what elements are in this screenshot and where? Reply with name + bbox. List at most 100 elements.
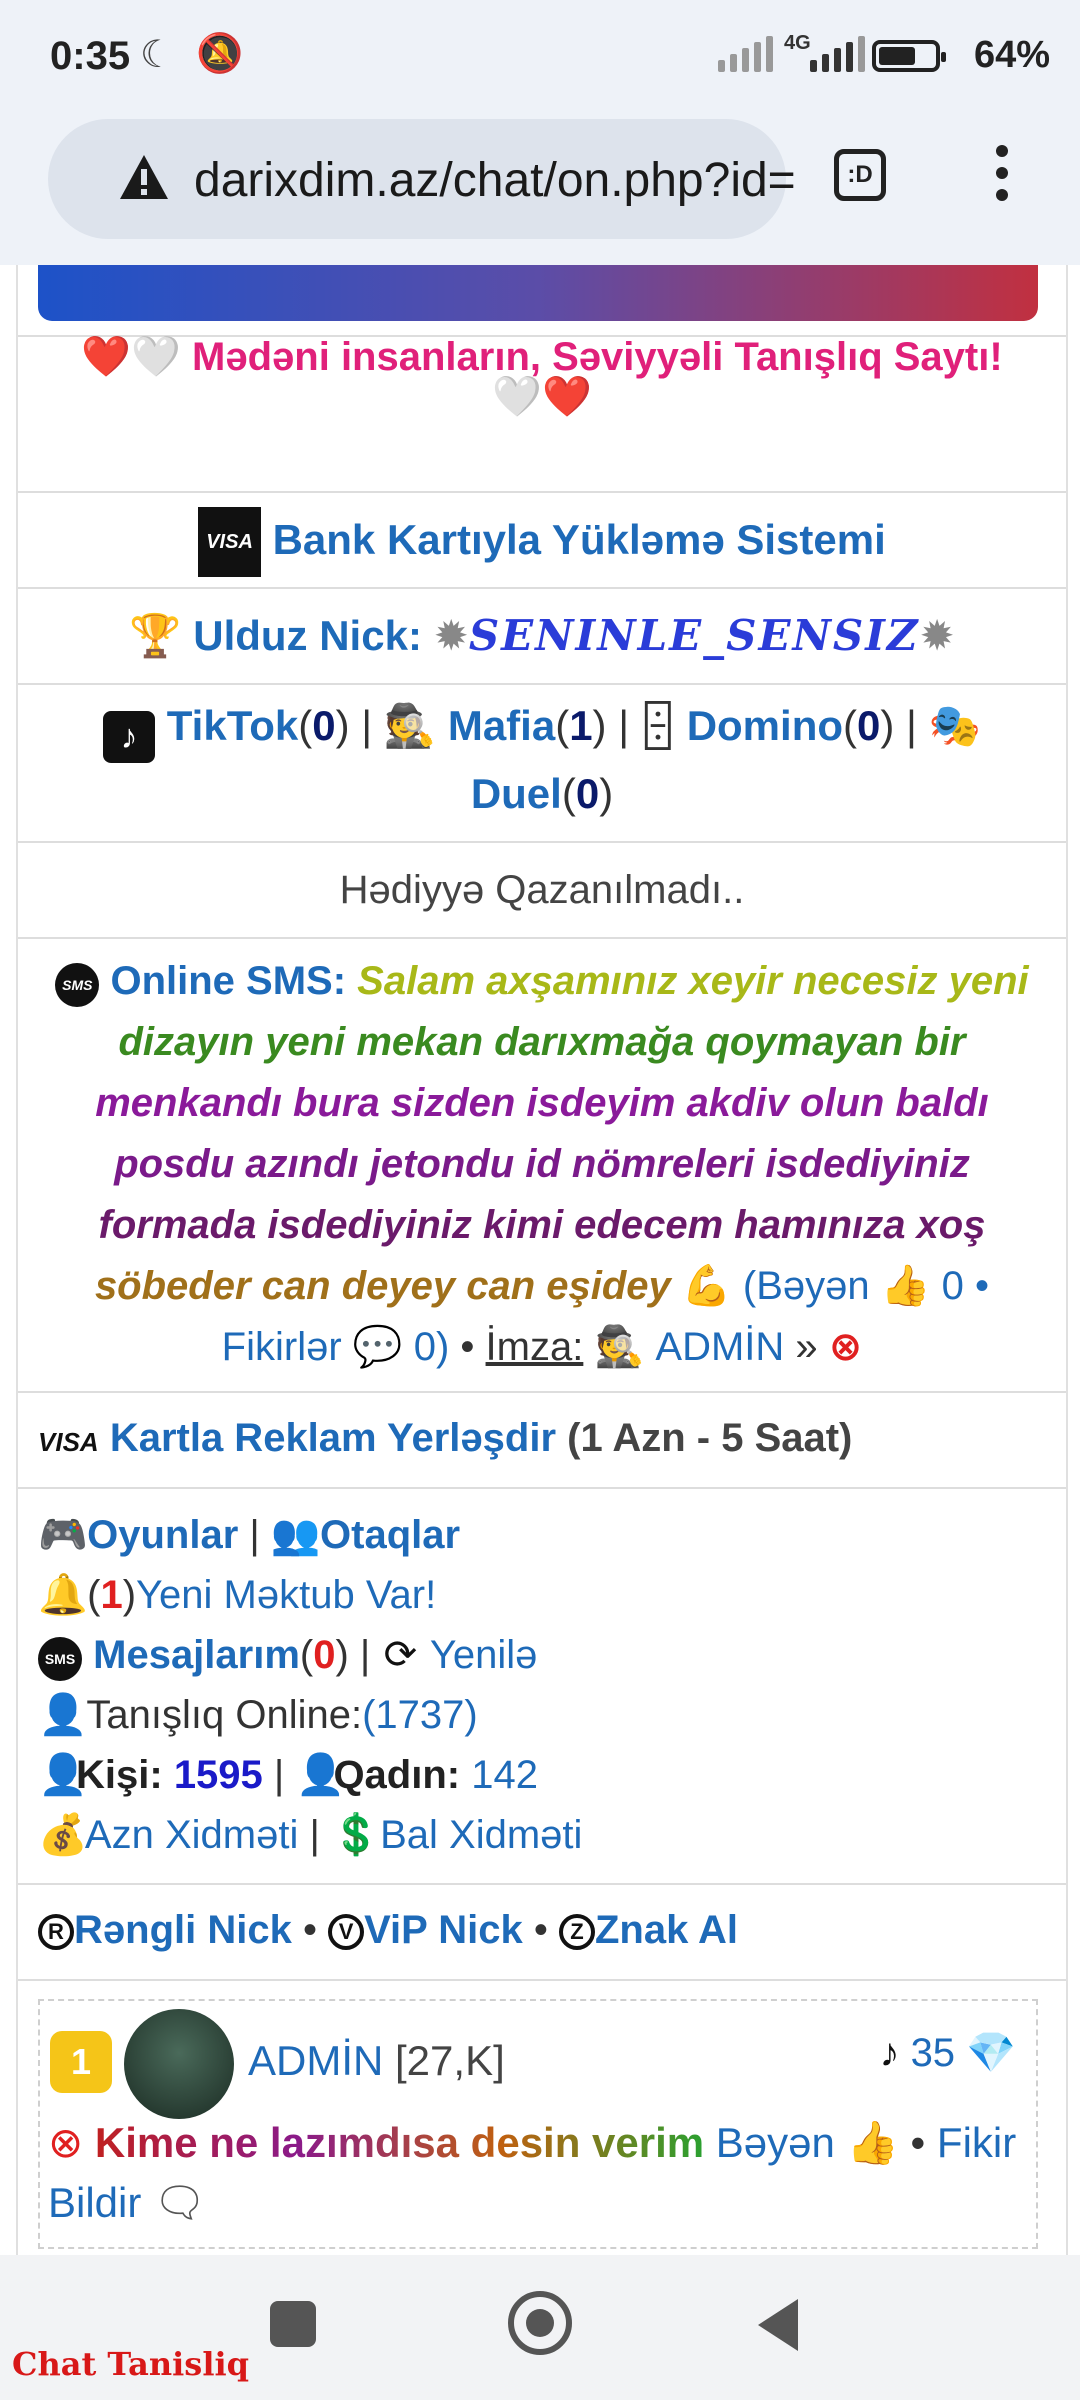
recents-button[interactable] <box>270 2301 316 2347</box>
vip-nick-link[interactable]: ViP Nick <box>364 1908 523 1952</box>
dollar-icon: 💲 <box>330 1813 381 1857</box>
like-count: 0 <box>941 1264 964 1308</box>
r-circle-icon: R <box>38 1914 74 1950</box>
home-button[interactable] <box>508 2291 572 2355</box>
user-heart-icon: 👤 <box>38 1693 88 1737</box>
admin-avatar-icon: 🕵️ <box>594 1325 645 1369</box>
close-icon-2[interactable]: ⊗ <box>48 2119 83 2166</box>
tiktok-count: 0 <box>312 702 336 749</box>
moon-icon: ☾ <box>140 34 175 76</box>
network-label: 4G <box>784 32 811 54</box>
badge-link[interactable]: Znak Al <box>595 1908 738 1952</box>
overflow-menu-icon[interactable] <box>996 145 1010 211</box>
sparkle-icon: ✹ <box>433 612 469 659</box>
signature-name[interactable]: ADMİN <box>655 1325 784 1369</box>
ad-link[interactable]: Kartla Reklam Yerləşdir <box>110 1416 556 1460</box>
bell-icon: 🔔 <box>38 1573 88 1617</box>
status-time: 0:35 <box>50 34 131 78</box>
domino-link[interactable]: Domino <box>687 702 843 749</box>
tiktok-icon: ♪ <box>103 711 156 763</box>
gift-row: Hədiyyə Qazanılmadı.. <box>18 841 1066 937</box>
refresh-icon: ⟳ <box>383 1633 418 1677</box>
post-like-link[interactable]: Bəyən <box>716 2119 835 2166</box>
sparkle-icon-2: ✹ <box>919 612 955 659</box>
close-icon[interactable]: ⊗ <box>829 1325 863 1369</box>
sms-line-4: posdu azındı jetondu id nömreleri isdedi… <box>114 1142 970 1186</box>
duel-link[interactable]: Duel <box>471 770 562 817</box>
female-count[interactable]: 142 <box>471 1753 538 1797</box>
slogan-text: Mədəni insanların, Səviyyəli Tanışlıq Sa… <box>192 335 1003 379</box>
visa-icon-2: VISA <box>38 1427 99 1457</box>
battery-icon <box>872 40 946 72</box>
ad-row: VISA Kartla Reklam Yerləşdir (1 Azn - 5 … <box>18 1391 1066 1487</box>
hearts-emoji-2: 🤍❤️ <box>492 375 592 419</box>
male-label: Kişi: <box>76 1753 163 1797</box>
online-sms-label: Online SMS: <box>110 959 347 1003</box>
like-link[interactable]: Bəyən <box>756 1264 869 1308</box>
url-text[interactable]: darixdim.az/chat/on.php?id= <box>194 153 814 208</box>
colored-nick-link[interactable]: Rəngli Nick <box>74 1908 292 1952</box>
online-label: Tanışlıq Online: <box>86 1693 363 1737</box>
hearts-emoji: ❤️🤍 <box>81 335 181 379</box>
rooms-link[interactable]: Otaqlar <box>320 1513 460 1557</box>
trophy-icon: 🏆 <box>129 612 182 659</box>
sms-line-5: formada isdediyiniz kimi edecem hamınıza… <box>98 1203 986 1247</box>
address-bar[interactable]: darixdim.az/chat/on.php?id= <box>48 119 796 239</box>
thumbs-up-icon: 👍 <box>880 1264 931 1308</box>
sms-icon-2: SMS <box>38 1637 82 1681</box>
online-count[interactable]: (1737) <box>362 1693 478 1737</box>
star-nick-value[interactable]: SENINLE_SENSIZ <box>469 611 920 660</box>
tab-switcher-button[interactable]: :D <box>834 149 886 201</box>
watermark: Chat Tanisliq <box>12 2345 249 2383</box>
tiktok-link[interactable]: TikTok <box>167 702 298 749</box>
post-author[interactable]: ADMİN <box>248 2037 383 2084</box>
header-banner[interactable] <box>38 265 1038 321</box>
comments-count: 0 <box>413 1325 436 1369</box>
gamepad-icon: 🎮 <box>38 1513 88 1557</box>
domino-count: 0 <box>857 702 881 749</box>
mafia-link[interactable]: Mafia <box>448 702 555 749</box>
battery-percent: 64% <box>973 34 1050 76</box>
signature-label: İmza: <box>485 1325 584 1369</box>
menu-block: 🎮 Oyunlar | 👥 Otaqlar 🔔 (1)Yeni Məktub V… <box>18 1487 1066 1883</box>
new-mail-link[interactable]: Yeni Məktub Var! <box>136 1573 436 1617</box>
male-icon: 👤 <box>38 1753 88 1797</box>
refresh-link[interactable]: Yenilə <box>430 1633 538 1677</box>
warning-icon[interactable] <box>118 153 170 201</box>
post-score: 35 <box>910 2031 956 2075</box>
theater-icon: 🎭 <box>928 702 981 749</box>
visa-icon: VISA <box>198 507 261 577</box>
status-bar: 0:35 ☾ 🔕 4G 64% <box>0 0 1080 115</box>
online-sms-row: SMS Online SMS: Salam axşamınız xeyir ne… <box>18 937 1066 1369</box>
bank-link[interactable]: Bank Kartıyla Yükləmə Sistemi <box>273 516 886 563</box>
page-content: ❤️🤍 Mədəni insanların, Səviyyəli Tanışlı… <box>16 265 1068 2255</box>
more-arrow[interactable]: » <box>795 1325 817 1369</box>
sms-line-3: menkandı bura sizden isdeyim akdiv olun … <box>95 1081 989 1125</box>
z-circle-icon: Z <box>558 1914 595 1950</box>
messages-count: 0 <box>313 1633 336 1677</box>
back-button[interactable] <box>758 2299 798 2351</box>
male-count[interactable]: 1595 <box>174 1753 263 1797</box>
rank-badge: 1 <box>50 2031 112 2093</box>
mafia-count: 1 <box>569 702 593 749</box>
rooms-icon: 👥 <box>270 1513 321 1557</box>
games-row: ♪ TikTok(0) | 🕵️ Mafia(1) | 🁫 Domino(0) … <box>18 683 1066 841</box>
signal-icon <box>718 36 773 72</box>
v-circle-icon: V <box>328 1914 365 1950</box>
browser-toolbar: darixdim.az/chat/on.php?id= :D <box>0 115 1080 265</box>
domino-icon: 🁫 <box>640 702 676 749</box>
azn-service-link[interactable]: Azn Xidməti <box>85 1813 298 1857</box>
ad-price: (1 Azn - 5 Saat) <box>567 1416 853 1460</box>
comment-bubble-icon: 🗨 <box>153 2179 207 2226</box>
sms-line-1: Salam axşamınız xeyir necesiz yeni <box>357 959 1029 1003</box>
star-nick-label: Ulduz Nick: <box>193 612 422 659</box>
comments-link[interactable]: Fikirlər <box>222 1325 342 1369</box>
sms-line-6: söbeder can deyey can eşidey <box>94 1264 671 1308</box>
games-link[interactable]: Oyunlar <box>87 1513 238 1557</box>
tiktok-note-icon: ♪ <box>879 2031 900 2075</box>
nick-shop-row: R Rəngli Nick • V ViP Nick • Z Znak Al <box>18 1883 1066 1979</box>
mafia-icon: 🕵️ <box>383 702 437 749</box>
avatar[interactable] <box>124 2009 234 2119</box>
messages-link[interactable]: Mesajlarım <box>93 1633 300 1677</box>
bal-service-link[interactable]: Bal Xidməti <box>380 1813 582 1857</box>
